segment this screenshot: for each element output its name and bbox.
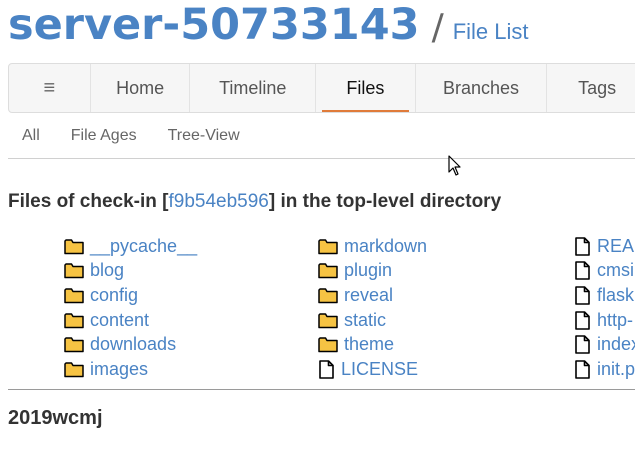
folder-icon (318, 287, 344, 304)
menu-item-timeline[interactable]: Timeline (190, 64, 317, 112)
file-icon (574, 310, 597, 330)
file-icon (574, 359, 597, 379)
file-name-link[interactable]: REA (597, 236, 634, 257)
folder-icon (318, 336, 344, 353)
file-name-link[interactable]: init.p (597, 359, 635, 380)
main-menu: ≡ Home Timeline Files Branches Tags (8, 63, 635, 113)
checkin-hash-link[interactable]: f9b54eb596 (168, 191, 268, 212)
file-name-link[interactable]: blog (90, 260, 124, 281)
file-icon (574, 236, 597, 256)
file-name-link[interactable]: downloads (90, 334, 176, 355)
folder-icon (64, 238, 90, 255)
file-name-link[interactable]: static (344, 310, 386, 331)
folder-icon (318, 238, 344, 255)
submenu-tree-view[interactable]: Tree-View (168, 127, 240, 145)
file-name-link[interactable]: theme (344, 334, 394, 355)
folder-icon (64, 361, 90, 378)
hamburger-menu-button[interactable]: ≡ (9, 64, 91, 112)
file-icon (574, 286, 597, 305)
file-list-item[interactable]: content (64, 308, 197, 333)
file-list-item[interactable]: markdown (318, 234, 427, 259)
page-title: File List (452, 19, 529, 44)
file-list-item[interactable]: cmsi (574, 259, 635, 284)
file-name-link[interactable]: plugin (344, 260, 392, 281)
file-icon (574, 261, 597, 281)
folder-icon (64, 287, 90, 304)
submenu-all[interactable]: All (22, 127, 40, 145)
file-list-item[interactable]: init.p (574, 357, 635, 382)
file-list-item[interactable]: __pycache__ (64, 234, 197, 259)
folder-icon (64, 336, 90, 353)
heading-prefix: Files of check-in [ (8, 191, 169, 212)
project-name[interactable]: server-50733143 (8, 0, 420, 50)
file-list-item[interactable]: images (64, 357, 197, 382)
divider (8, 158, 635, 159)
sub-menu: All File Ages Tree-View (22, 127, 271, 145)
file-list-item[interactable]: flask (574, 283, 635, 308)
file-icon (318, 359, 341, 379)
file-list-item[interactable]: http- (574, 308, 635, 333)
menu-item-tags[interactable]: Tags (547, 64, 635, 112)
page-header: server-50733143 / File List (8, 0, 529, 50)
file-list-item[interactable]: index (574, 332, 635, 357)
folder-icon (318, 262, 344, 279)
file-list-item[interactable]: theme (318, 332, 427, 357)
file-list-item[interactable]: downloads (64, 332, 197, 357)
file-column-3: REA cmsi flask http-index init.p (574, 234, 635, 382)
file-name-link[interactable]: LICENSE (341, 359, 418, 380)
hamburger-icon: ≡ (43, 76, 56, 99)
file-list-item[interactable]: REA (574, 234, 635, 259)
file-name-link[interactable]: markdown (344, 236, 427, 257)
checkin-heading: Files of check-in [f9b54eb596] in the to… (8, 191, 501, 213)
file-list-item[interactable]: config (64, 283, 197, 308)
menu-item-home[interactable]: Home (91, 64, 191, 112)
file-name-link[interactable]: flask (597, 285, 634, 306)
file-list-item[interactable]: reveal (318, 283, 427, 308)
section-title: 2019wcmj (8, 407, 103, 429)
submenu-file-ages[interactable]: File Ages (71, 127, 137, 145)
file-name-link[interactable]: cmsi (597, 260, 634, 281)
title-separator: / (431, 7, 444, 48)
folder-icon (64, 262, 90, 279)
folder-icon (318, 312, 344, 329)
file-name-link[interactable]: images (90, 359, 148, 380)
mouse-cursor-icon (448, 155, 462, 182)
section-divider (8, 389, 635, 390)
file-column-1: __pycache__blog config content downloads ima… (64, 234, 197, 382)
file-icon (574, 335, 597, 354)
menu-item-files[interactable]: Files (316, 64, 416, 112)
file-name-link[interactable]: index (597, 334, 635, 355)
file-name-link[interactable]: config (90, 285, 138, 306)
file-name-link[interactable]: reveal (344, 285, 393, 306)
file-list-item[interactable]: plugin (318, 259, 427, 284)
file-list-item[interactable]: static (318, 308, 427, 333)
heading-suffix: ] in the top-level directory (268, 191, 502, 212)
file-column-2: markdown plugin reveal static theme LICENSE (318, 234, 427, 382)
file-list-item[interactable]: LICENSE (318, 357, 427, 382)
file-name-link[interactable]: http- (597, 310, 633, 331)
file-name-link[interactable]: __pycache__ (90, 236, 197, 257)
folder-icon (64, 312, 90, 329)
menu-item-branches[interactable]: Branches (416, 64, 548, 112)
file-name-link[interactable]: content (90, 310, 149, 331)
file-list-item[interactable]: blog (64, 259, 197, 284)
